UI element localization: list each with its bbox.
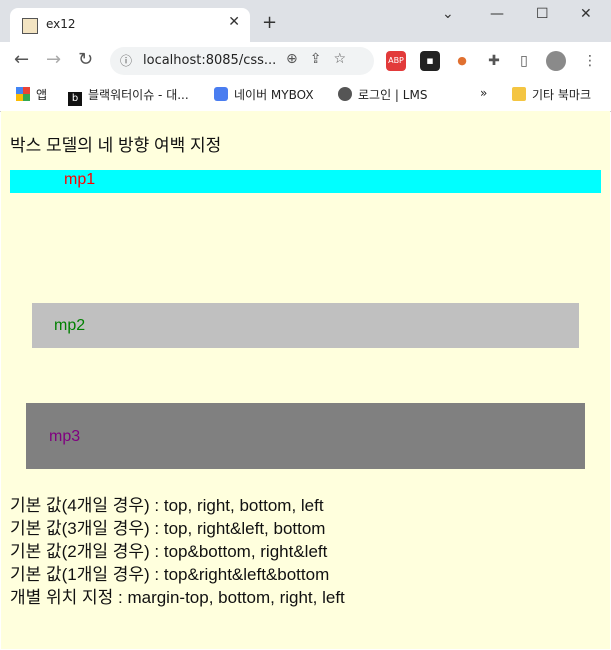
bookmarks-bar: 앱 b 블랙워터이슈 - 대... 네이버 MYBOX 로그인 | LMS » 기… — [0, 80, 611, 112]
extension-icon[interactable]: ▪ — [420, 51, 440, 71]
page-heading: 박스 모델의 네 방향 여백 지정 — [10, 136, 222, 155]
globe-icon — [338, 87, 352, 101]
bookmarks-overflow-icon[interactable]: » — [480, 86, 487, 100]
adblock-icon[interactable]: ABP — [386, 51, 406, 71]
url-text: localhost:8085/css... — [143, 53, 277, 68]
minimize-icon[interactable]: — — [490, 6, 504, 22]
box-label: mp1 — [64, 171, 96, 188]
note-line: 기본 값(3개일 경우) : top, right&left, bottom — [10, 519, 326, 538]
toolbar: ← → ↻ ⓘ localhost:8085/css... ⊕⇪☆ ABP ▪ … — [0, 42, 611, 80]
back-icon[interactable]: ← — [14, 50, 29, 70]
note-line: 개별 위치 지정 : margin-top, bottom, right, le… — [10, 588, 345, 607]
box-mp3: mp3 — [26, 403, 585, 469]
star-icon[interactable]: ☆ — [333, 51, 358, 67]
forward-icon[interactable]: → — [46, 50, 61, 70]
share-icon[interactable]: ⇪ — [310, 51, 334, 67]
window-close-icon[interactable]: ✕ — [580, 6, 592, 22]
bookmark-lms[interactable]: 로그인 | LMS — [338, 86, 427, 103]
zoom-icon[interactable]: ⊕ — [286, 51, 310, 67]
tab-search-icon[interactable]: ⌄ — [442, 6, 454, 22]
note-line: 기본 값(2개일 경우) : top&bottom, right&left — [10, 542, 328, 561]
extensions-icon[interactable]: ✚ — [484, 51, 504, 71]
reload-icon[interactable]: ↻ — [78, 50, 93, 70]
note-line: 기본 값(4개일 경우) : top, right, bottom, left — [10, 496, 324, 515]
browser-chrome: ex12 ✕ + ⌄ — ☐ ✕ ← → ↻ ⓘ localhost:8085/… — [0, 0, 611, 112]
tab-strip: ex12 ✕ + ⌄ — ☐ ✕ — [0, 0, 611, 42]
apps-grid-icon — [16, 87, 30, 101]
close-icon[interactable]: ✕ — [228, 14, 240, 30]
avatar[interactable] — [546, 51, 566, 71]
favicon-icon — [22, 18, 38, 34]
bookmark-blackwater[interactable]: b 블랙워터이슈 - 대... — [68, 86, 189, 106]
page-content: 박스 모델의 네 방향 여백 지정 mp1 mp2 mp3 기본 값(4개일 경… — [1, 111, 610, 649]
folder-icon — [512, 87, 526, 101]
maximize-icon[interactable]: ☐ — [536, 6, 549, 22]
new-tab-icon[interactable]: + — [262, 12, 277, 33]
box-mp1: mp1 — [10, 170, 601, 193]
box-label: mp3 — [49, 428, 81, 445]
extension-icon[interactable]: ● — [452, 51, 472, 71]
info-icon[interactable]: ⓘ — [120, 52, 132, 69]
omnibox-actions[interactable]: ⊕⇪☆ — [286, 51, 358, 67]
bookmark-mybox[interactable]: 네이버 MYBOX — [214, 86, 314, 103]
notes-block: 기본 값(4개일 경우) : top, right, bottom, left … — [10, 494, 345, 609]
note-line: 기본 값(1개일 경우) : top&right&left&bottom — [10, 565, 330, 584]
b-logo-icon: b — [68, 92, 82, 106]
tab-active[interactable]: ex12 ✕ — [10, 8, 250, 42]
mybox-icon — [214, 87, 228, 101]
box-label: mp2 — [54, 317, 86, 334]
box-mp2: mp2 — [32, 303, 579, 348]
sidepanel-icon[interactable]: ▯ — [514, 51, 534, 71]
tab-title: ex12 — [46, 17, 76, 31]
address-bar[interactable]: ⓘ localhost:8085/css... ⊕⇪☆ — [110, 47, 374, 75]
menu-icon[interactable]: ⋮ — [580, 51, 600, 71]
bookmark-other[interactable]: 기타 북마크 — [512, 86, 591, 103]
bookmark-apps[interactable]: 앱 — [16, 86, 47, 103]
